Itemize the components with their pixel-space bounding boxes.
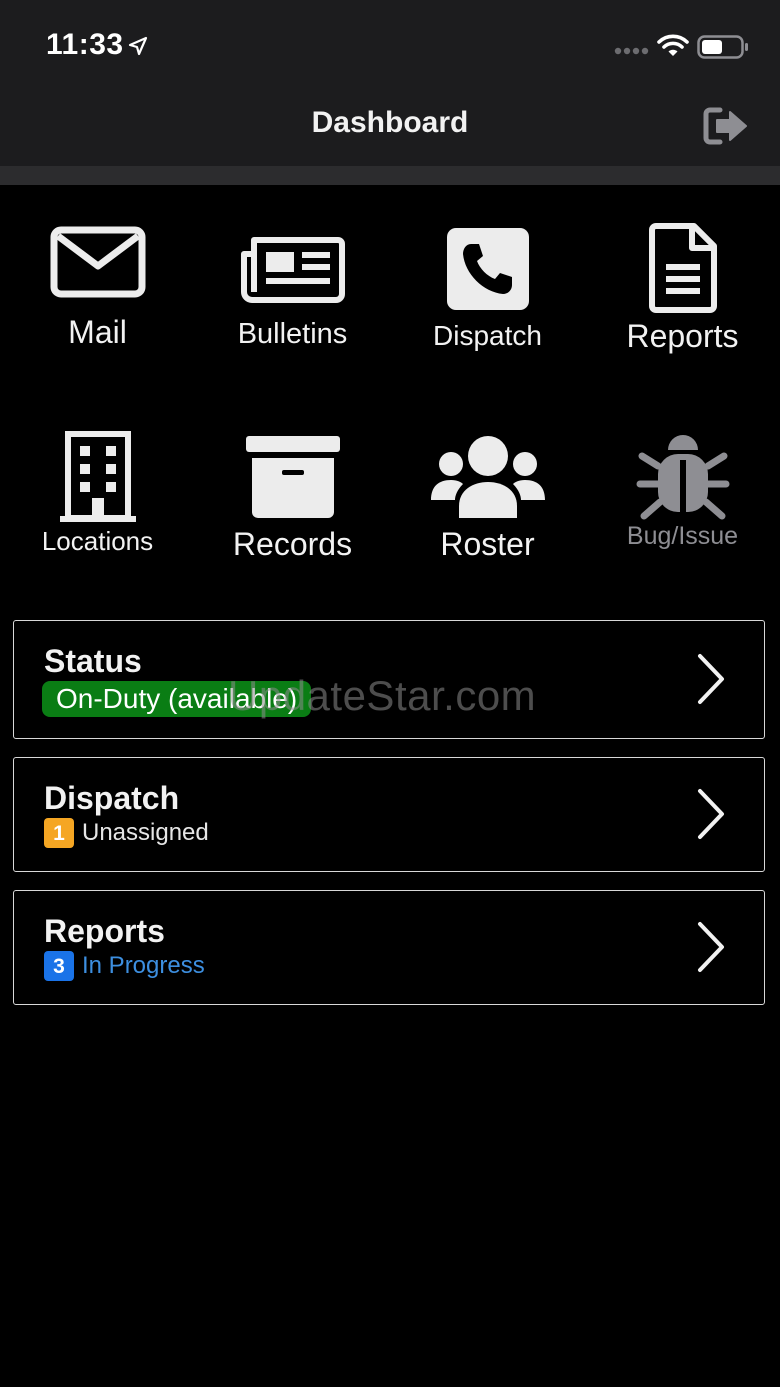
dispatch-card-title: Dispatch [44, 780, 180, 816]
reports-status-text: In Progress [82, 952, 205, 979]
reports-card[interactable]: Reports 3 In Progress [13, 890, 765, 1005]
tile-bug-issue[interactable]: Bug/Issue [585, 430, 780, 551]
tile-bulletins[interactable]: Bulletins [195, 232, 390, 351]
building-icon [59, 431, 136, 522]
document-icon [648, 223, 717, 313]
navigation-bar: Dashboard [0, 92, 780, 166]
logout-button[interactable] [702, 106, 752, 146]
status-time: 11:33 [46, 28, 124, 61]
tile-bug-issue-label: Bug/Issue [626, 522, 739, 550]
tile-mail[interactable]: Mail [0, 226, 195, 351]
battery-icon [697, 35, 748, 59]
dispatch-count-badge: 1 [44, 818, 74, 848]
location-arrow-icon [128, 36, 148, 56]
tile-dispatch-label: Dispatch [433, 320, 542, 351]
status-bar: 11:33 [0, 0, 780, 92]
sign-out-icon [703, 107, 747, 145]
tile-records-label: Records [232, 526, 353, 562]
tile-dispatch[interactable]: Dispatch [390, 228, 585, 352]
tile-roster-label: Roster [440, 526, 535, 562]
newspaper-icon [240, 237, 345, 303]
users-icon [430, 436, 545, 518]
cellular-signal-icon [614, 47, 649, 55]
tile-mail-label: Mail [68, 314, 127, 350]
tile-locations-label: Locations [41, 526, 154, 556]
phone-icon [446, 228, 529, 310]
chevron-right-icon [698, 922, 724, 972]
tile-records[interactable]: Records [195, 436, 390, 563]
reports-card-title: Reports [44, 913, 165, 949]
chevron-right-icon [698, 789, 724, 839]
dispatch-card[interactable]: Dispatch 1 Unassigned [13, 757, 765, 872]
archive-box-icon [245, 436, 340, 518]
tile-reports[interactable]: Reports [585, 222, 780, 355]
status-card-title: Status [44, 643, 142, 679]
tile-bulletins-label: Bulletins [237, 318, 348, 350]
dispatch-status-text: Unassigned [82, 819, 209, 846]
bug-icon [636, 435, 729, 520]
tile-reports-label: Reports [626, 318, 739, 354]
chevron-right-icon [698, 654, 724, 704]
nav-divider [0, 166, 780, 185]
reports-count-badge: 3 [44, 951, 74, 981]
tile-locations[interactable]: Locations [0, 430, 195, 557]
page-title: Dashboard [311, 106, 469, 139]
dispatch-card-sub: 1 Unassigned [44, 818, 209, 848]
reports-card-sub: 3 In Progress [44, 951, 205, 981]
envelope-icon [50, 226, 145, 298]
watermark-text: UpdateStar.com [228, 672, 537, 719]
tile-roster[interactable]: Roster [390, 436, 585, 563]
wifi-icon [657, 34, 689, 56]
